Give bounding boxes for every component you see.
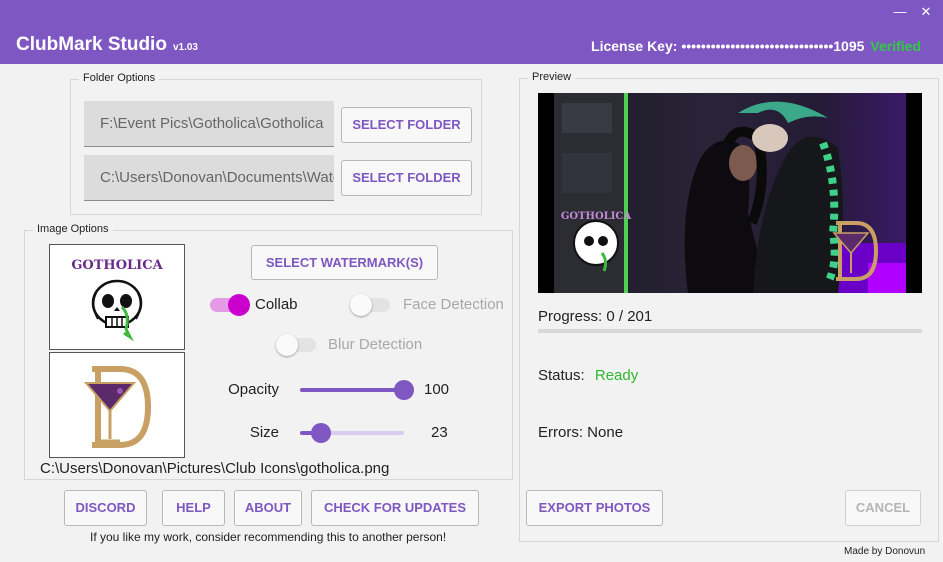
errors-label: Errors: (538, 424, 583, 441)
face-detection-toggle[interactable] (350, 294, 390, 316)
martini-logo-icon (83, 366, 152, 448)
watermark-1-text: GOTHOLICA (71, 258, 163, 273)
watermark-thumbnail-2[interactable] (49, 352, 185, 458)
face-detection-toggle-knob (350, 294, 372, 316)
about-button[interactable]: ABOUT (234, 490, 302, 526)
skull-logo-icon: GOTHOLICA (71, 258, 164, 342)
license-label: License Key: (591, 38, 678, 54)
progress-label: Progress: (538, 308, 603, 325)
preview-image: GOTHOLICA (538, 93, 922, 293)
help-button[interactable]: HELP (162, 490, 225, 526)
watermark-thumbnail-1[interactable]: GOTHOLICA (49, 244, 185, 350)
size-value: 23 (431, 424, 448, 441)
errors-value: None (587, 424, 624, 441)
check-for-updates-button[interactable]: CHECK FOR UPDATES (311, 490, 479, 526)
close-icon[interactable]: ✕ (917, 4, 935, 20)
select-input-folder-button[interactable]: SELECT FOLDER (341, 107, 472, 143)
collab-label: Collab (255, 296, 298, 313)
progress-bar (538, 329, 922, 333)
errors-text: Errors: None (538, 424, 623, 441)
license-value: •••••••••••••••••••••••••••••••1095 (681, 38, 865, 54)
status-value: Ready (594, 367, 639, 384)
select-watermarks-button[interactable]: SELECT WATERMARK(S) (251, 245, 438, 280)
blur-detection-toggle[interactable] (276, 334, 316, 356)
progress-text: Progress: 0 / 201 (538, 308, 652, 325)
license-key: License Key: •••••••••••••••••••••••••••… (591, 38, 921, 54)
blur-detection-toggle-knob (276, 334, 298, 356)
preview-legend: Preview (528, 71, 576, 83)
opacity-slider-fill (300, 388, 404, 392)
title-bar: ClubMark Studio v1.03 License Key: ••••••… (0, 0, 943, 64)
opacity-value: 100 (424, 381, 450, 398)
status-label: Status: (538, 367, 585, 384)
watermark-path: C:\Users\Donovan\Pictures\Club Icons\got… (40, 460, 390, 477)
app-name: ClubMark Studio (16, 34, 167, 55)
opacity-slider-thumb[interactable] (394, 380, 414, 400)
preview-photo-icon: GOTHOLICA (538, 93, 922, 293)
collab-toggle[interactable] (210, 294, 250, 316)
output-folder-field[interactable]: C:\Users\Donovan\Documents\Watermarked (84, 155, 334, 201)
cancel-button[interactable]: CANCEL (845, 490, 921, 526)
opacity-label: Opacity (228, 381, 279, 398)
size-slider[interactable] (300, 423, 404, 443)
collab-toggle-knob (228, 294, 250, 316)
minimize-icon[interactable]: — (891, 4, 909, 20)
discord-button[interactable]: DISCORD (64, 490, 147, 526)
status-text: Status: Ready (538, 367, 638, 384)
recommend-text: If you like my work, consider recommendi… (90, 530, 447, 544)
select-output-folder-button[interactable]: SELECT FOLDER (341, 160, 472, 196)
blur-detection-label: Blur Detection (328, 336, 423, 353)
size-label: Size (249, 424, 279, 441)
license-status: Verified (870, 38, 921, 54)
opacity-slider[interactable] (300, 380, 414, 400)
app-version: v1.03 (172, 42, 198, 53)
folder-options-legend: Folder Options (79, 72, 160, 84)
export-photos-button[interactable]: EXPORT PHOTOS (526, 490, 663, 526)
preview-overlay-text: GOTHOLICA (561, 211, 632, 222)
image-options-legend: Image Options (33, 223, 113, 235)
size-slider-thumb[interactable] (310, 423, 331, 443)
app-title: ClubMark Studio v1.03 (16, 34, 198, 56)
face-detection-label: Face Detection (403, 296, 504, 313)
input-folder-field[interactable]: F:\Event Pics\Gotholica\Gotholica (84, 101, 334, 147)
credit-text: Made by Donovun (844, 546, 926, 557)
progress-value: 0 / 201 (606, 308, 653, 325)
